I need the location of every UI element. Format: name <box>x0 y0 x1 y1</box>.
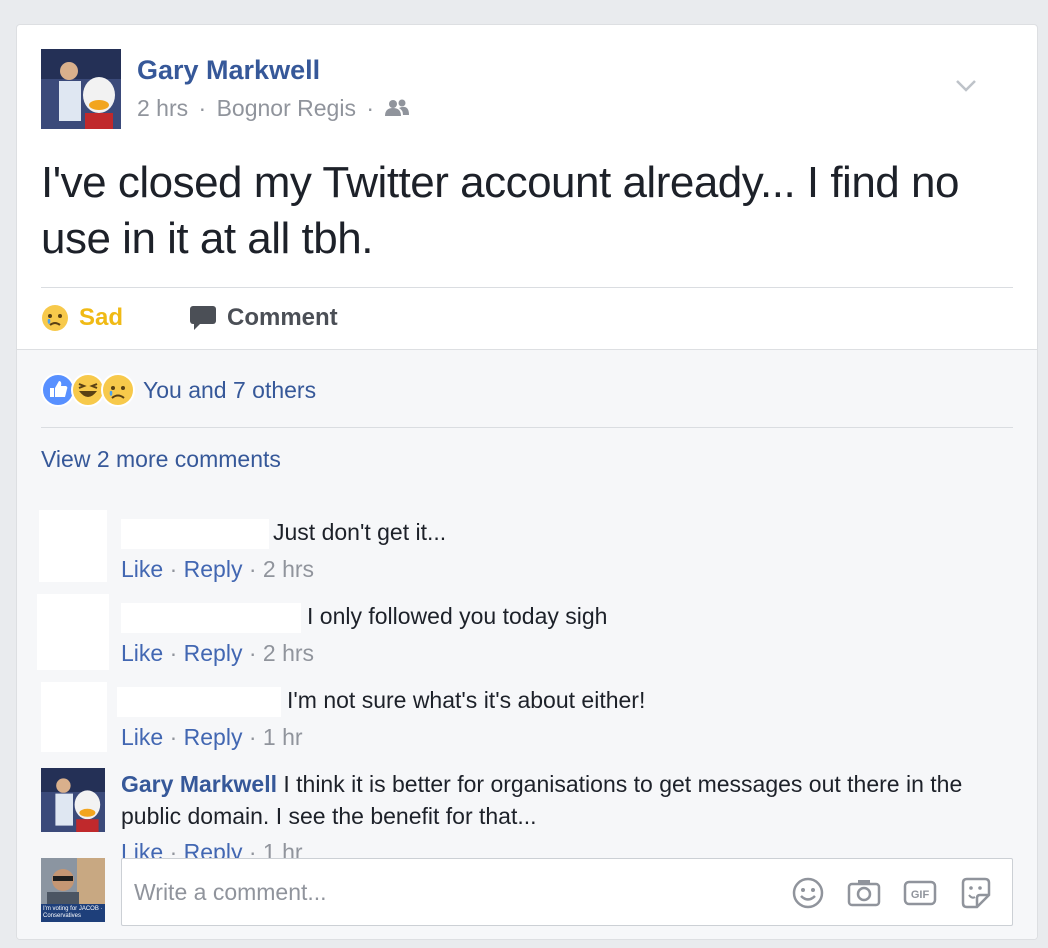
comment-reply-link[interactable]: Reply <box>184 724 243 750</box>
comment-composer: I'm voting for JACOB · Conservatives Wri… <box>41 858 1013 928</box>
comment-reply-link[interactable]: Reply <box>184 640 243 666</box>
comment-avatar[interactable] <box>39 510 107 582</box>
comment-time[interactable]: 2 hrs <box>263 556 314 582</box>
post-meta: 2 hrs · Bognor Regis · <box>137 95 410 122</box>
comment-text: Just don't get it... <box>273 519 447 545</box>
sad-reaction-button[interactable]: Sad <box>41 302 123 334</box>
reactions-summary[interactable]: You and 7 others <box>41 372 316 408</box>
comment-author-name[interactable] <box>117 686 281 717</box>
comment-author-name[interactable]: Gary Markwell <box>121 771 277 797</box>
comment-text: I'm not sure what's it's about either! <box>287 687 646 713</box>
comment-time[interactable]: 2 hrs <box>263 640 314 666</box>
comment-like-link[interactable]: Like <box>121 724 163 750</box>
post-card: Gary Markwell 2 hrs · Bognor Regis · I'v… <box>16 24 1038 940</box>
friends-icon[interactable] <box>384 98 410 118</box>
author-avatar[interactable] <box>41 49 121 129</box>
post-author-name[interactable]: Gary Markwell <box>137 55 320 86</box>
view-more-comments-link[interactable]: View 2 more comments <box>41 446 281 473</box>
comment-item: I'm not sure what's it's about either! L… <box>41 682 1013 752</box>
camera-icon[interactable] <box>846 875 882 911</box>
comment-avatar[interactable] <box>41 682 107 752</box>
comment-avatar[interactable] <box>41 768 105 832</box>
actions-separator: · <box>248 555 257 582</box>
comment-like-link[interactable]: Like <box>121 556 163 582</box>
section-divider <box>41 427 1013 428</box>
reactions-count-text[interactable]: You and 7 others <box>143 377 316 404</box>
comment-input[interactable] <box>132 873 776 911</box>
comments-section: You and 7 others View 2 more comments Ju… <box>17 349 1037 939</box>
svg-text:GIF: GIF <box>911 889 930 901</box>
actions-separator: · <box>169 723 178 750</box>
comment-actions: Like · Reply · 2 hrs <box>121 553 1001 585</box>
comment-body: Just don't get it... Like · Reply · 2 hr… <box>121 516 1001 585</box>
meta-separator: · <box>366 95 375 121</box>
comment-item: Just don't get it... Like · Reply · 2 hr… <box>39 510 1013 585</box>
comment-actions: Like · Reply · 1 hr <box>121 721 1001 753</box>
comment-bubble-icon <box>190 306 216 330</box>
comment-body: I'm not sure what's it's about either! L… <box>117 684 1001 753</box>
post-location[interactable]: Bognor Regis <box>217 95 356 121</box>
comment-actions: Like · Reply · 2 hrs <box>121 637 1001 669</box>
post-options-chevron-icon[interactable] <box>955 79 977 98</box>
actions-separator: · <box>169 555 178 582</box>
comment-like-link[interactable]: Like <box>121 640 163 666</box>
comment-author-name[interactable] <box>121 602 301 633</box>
comment-avatar[interactable] <box>37 594 109 670</box>
avatar-photo-icon <box>41 49 121 129</box>
avatar-caption: I'm voting for JACOB · Conservatives <box>43 906 103 919</box>
comment-item: I only followed you today sigh Like · Re… <box>37 594 1013 670</box>
post-text: I've closed my Twitter account already..… <box>41 158 959 263</box>
comment-item: Gary Markwell I think it is better for o… <box>41 768 1013 865</box>
sad-reaction-label: Sad <box>79 304 124 331</box>
current-user-avatar[interactable]: I'm voting for JACOB · Conservatives <box>41 858 105 922</box>
comment-reply-link[interactable]: Reply <box>184 556 243 582</box>
comment-label: Comment <box>227 304 338 331</box>
haha-icon <box>71 373 105 407</box>
emoji-icon[interactable] <box>790 875 826 911</box>
comment-button[interactable]: Comment <box>189 302 1037 334</box>
meta-separator: · <box>198 95 207 121</box>
comment-text: I only followed you today sigh <box>307 603 608 629</box>
comment-body: I only followed you today sigh Like · Re… <box>121 600 1001 669</box>
post-action-bar: Sad Comment <box>41 287 1013 348</box>
sad-icon <box>42 305 68 331</box>
comment-author-name[interactable] <box>121 518 269 549</box>
post-time[interactable]: 2 hrs <box>137 95 188 121</box>
actions-separator: · <box>248 639 257 666</box>
actions-separator: · <box>248 723 257 750</box>
gif-icon[interactable]: GIF <box>902 875 938 911</box>
sad-icon <box>101 373 135 407</box>
like-icon <box>41 373 75 407</box>
comment-input-box[interactable]: GIF <box>121 858 1013 926</box>
post-header: Gary Markwell 2 hrs · Bognor Regis · <box>41 49 1001 129</box>
sticker-icon[interactable] <box>958 875 994 911</box>
actions-separator: · <box>169 639 178 666</box>
comment-body: Gary Markwell I think it is better for o… <box>121 768 1001 868</box>
comment-time[interactable]: 1 hr <box>263 724 303 750</box>
avatar-photo-icon <box>41 768 105 832</box>
